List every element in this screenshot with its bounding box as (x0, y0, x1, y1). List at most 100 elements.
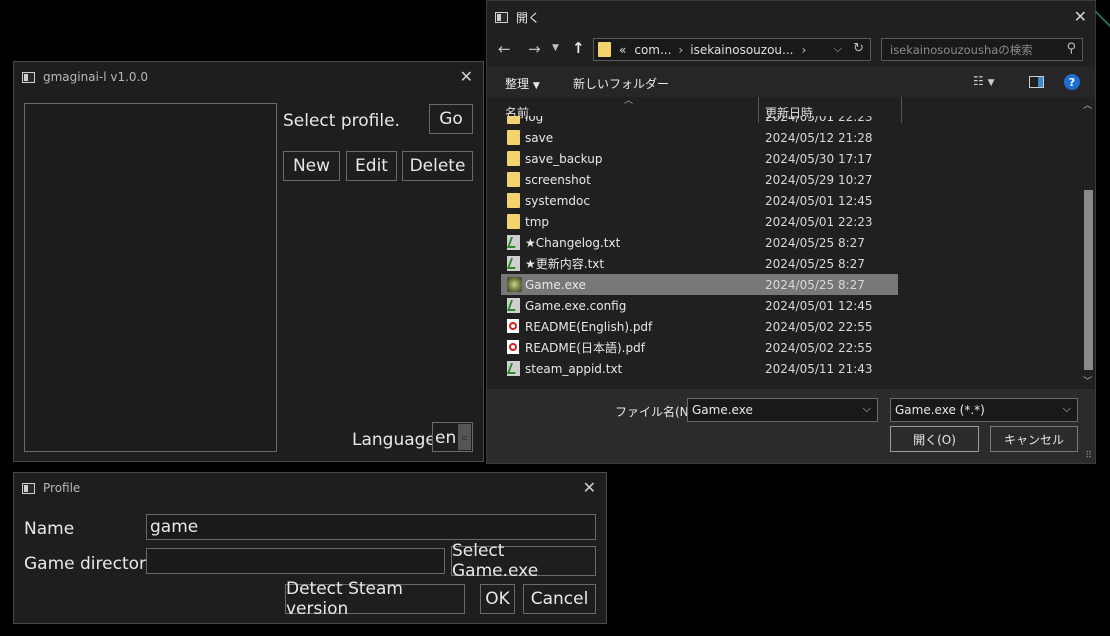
app-icon (22, 482, 35, 494)
back-icon[interactable]: ← (498, 40, 511, 58)
new-profile-button[interactable]: New (283, 151, 340, 181)
file-row[interactable]: steam_appid.txt 2024/05/11 21:43 (501, 358, 898, 379)
preview-pane-icon[interactable] (1029, 76, 1044, 88)
file-date: 2024/05/01 22:23 (765, 214, 873, 229)
language-select[interactable]: en ▫ (432, 422, 473, 452)
file-type-value: Game.exe (*.*) (895, 403, 985, 417)
search-icon[interactable]: ⚲ (1066, 41, 1076, 56)
file-row[interactable]: save 2024/05/12 21:28 (501, 127, 898, 148)
sort-up-icon: ︿ (624, 96, 634, 106)
new-folder-button[interactable]: 新しいフォルダー (573, 75, 669, 92)
organize-label: 整理 (505, 77, 530, 91)
file-row[interactable]: log 2024/05/01 22:23 (501, 116, 898, 127)
breadcrumb-chevron-icon: › (678, 42, 684, 57)
detect-steam-button[interactable]: Detect Steam version (285, 579, 465, 619)
select-profile-label: Select profile. (283, 111, 400, 131)
game-directory-label: Game directory (24, 554, 157, 574)
file-row[interactable]: README(日本語).pdf 2024/05/02 22:55 (501, 337, 898, 358)
dialog-cancel-button[interactable]: キャンセル (990, 426, 1078, 452)
pdf-file-icon (507, 340, 519, 354)
file-date: 2024/05/02 22:55 (765, 340, 873, 355)
folder-icon (507, 130, 520, 145)
recent-chevron-icon[interactable]: ▼ (552, 43, 559, 53)
file-row[interactable]: Game.exe 2024/05/25 8:27 (501, 274, 898, 295)
file-open-dialog: 開く ✕ ← → ▼ ↑ « com... › isekainosouzou..… (486, 0, 1096, 464)
close-icon[interactable]: ✕ (583, 478, 596, 498)
filename-input[interactable]: Game.exe ⌵ (687, 398, 878, 422)
vertical-scrollbar[interactable]: ︿ ﹀ (1081, 98, 1095, 387)
search-placeholder: isekainosouzoushaの検索 (890, 42, 1033, 57)
chevron-down-icon[interactable]: ⌵ (863, 402, 871, 416)
app-icon (22, 71, 35, 83)
file-row[interactable]: save_backup 2024/05/30 17:17 (501, 148, 898, 169)
breadcrumb-item[interactable]: isekainosouzou... (690, 43, 793, 57)
file-type-select[interactable]: Game.exe (*.*) ⌵ (890, 398, 1078, 422)
file-date: 2024/05/01 12:45 (765, 193, 873, 208)
file-name: README(English).pdf (525, 319, 653, 334)
close-icon[interactable]: ✕ (460, 67, 473, 87)
file-date: 2024/05/02 22:55 (765, 319, 873, 334)
cancel-button[interactable]: Cancel (523, 584, 596, 614)
breadcrumb-overflow[interactable]: « (619, 43, 626, 57)
file-name: tmp (525, 214, 550, 229)
filename-label: ファイル名(N): (615, 405, 698, 419)
file-row[interactable]: tmp 2024/05/01 22:23 (501, 211, 898, 232)
file-row[interactable]: README(English).pdf 2024/05/02 22:55 (501, 316, 898, 337)
game-directory-field[interactable] (146, 548, 445, 574)
refresh-icon[interactable]: ↻ (853, 41, 864, 56)
file-name: log (525, 116, 544, 124)
file-row[interactable]: Game.exe.config 2024/05/01 12:45 (501, 295, 898, 316)
main-window: gmaginai-l v1.0.0 ✕ Select profile. Go N… (13, 61, 484, 462)
background-decoration (1094, 10, 1110, 28)
help-icon[interactable]: ? (1064, 74, 1080, 90)
file-row[interactable]: ★Changelog.txt 2024/05/25 8:27 (501, 232, 898, 253)
file-row[interactable]: ★更新内容.txt 2024/05/25 8:27 (501, 253, 898, 274)
file-date: 2024/05/25 8:27 (765, 256, 865, 271)
breadcrumb-item[interactable]: com... (634, 43, 671, 57)
scrollbar-thumb[interactable] (1084, 190, 1093, 370)
file-date: 2024/05/11 21:43 (765, 361, 873, 376)
up-icon[interactable]: ↑ (572, 39, 585, 57)
open-button[interactable]: 開く(O) (890, 426, 979, 452)
file-row[interactable]: systemdoc 2024/05/01 12:45 (501, 190, 898, 211)
dialog-toolbar: 整理 ▼ 新しいフォルダー ☷ ▼ ? (487, 67, 1095, 97)
name-field[interactable]: game (146, 514, 596, 540)
search-input[interactable]: isekainosouzoushaの検索 ⚲ (881, 38, 1083, 61)
language-spinner[interactable]: ▫ (458, 424, 471, 450)
close-icon[interactable]: ✕ (1074, 7, 1087, 27)
file-name: save (525, 130, 554, 145)
edit-profile-button[interactable]: Edit (346, 151, 397, 181)
folder-icon (598, 42, 611, 57)
address-dropdown-icon[interactable]: ⌵ (834, 42, 842, 56)
filename-value: Game.exe (692, 403, 753, 417)
resize-grip-icon[interactable]: ⠿ (1085, 451, 1092, 461)
select-game-exe-button[interactable]: Select Game.exe (451, 541, 596, 581)
dialog-titlebar: 開く ✕ (487, 1, 1095, 33)
chevron-down-icon[interactable]: ⌵ (1063, 402, 1071, 416)
profile-window-title: Profile (43, 481, 81, 495)
scroll-up-icon[interactable]: ︿ (1083, 98, 1092, 111)
folder-icon (507, 193, 520, 208)
folder-icon (507, 116, 520, 124)
organize-menu[interactable]: 整理 ▼ (505, 75, 540, 92)
profile-list[interactable] (24, 103, 277, 452)
file-date: 2024/05/25 8:27 (765, 235, 865, 250)
file-name: README(日本語).pdf (525, 341, 645, 355)
file-name: ★Changelog.txt (525, 235, 621, 250)
main-titlebar: gmaginai-l v1.0.0 ✕ (14, 62, 483, 92)
text-file-icon (507, 298, 520, 313)
ok-button[interactable]: OK (480, 584, 515, 614)
text-file-icon (507, 256, 520, 271)
go-button[interactable]: Go (429, 104, 473, 134)
delete-profile-button[interactable]: Delete (402, 151, 473, 181)
file-name: Game.exe (525, 277, 586, 292)
address-bar[interactable]: « com... › isekainosouzou... › ⌵ ↻ (593, 38, 871, 61)
name-label: Name (24, 519, 75, 539)
view-options-icon[interactable]: ☷ ▼ (973, 74, 995, 88)
forward-icon[interactable]: → (528, 40, 541, 58)
breadcrumb-chevron-icon: › (801, 42, 807, 57)
scroll-down-icon[interactable]: ﹀ (1083, 374, 1092, 387)
language-value: en (435, 428, 457, 448)
file-list: log 2024/05/01 22:23 save 2024/05/12 21:28 s… (487, 116, 1081, 388)
file-row[interactable]: screenshot 2024/05/29 10:27 (501, 169, 898, 190)
